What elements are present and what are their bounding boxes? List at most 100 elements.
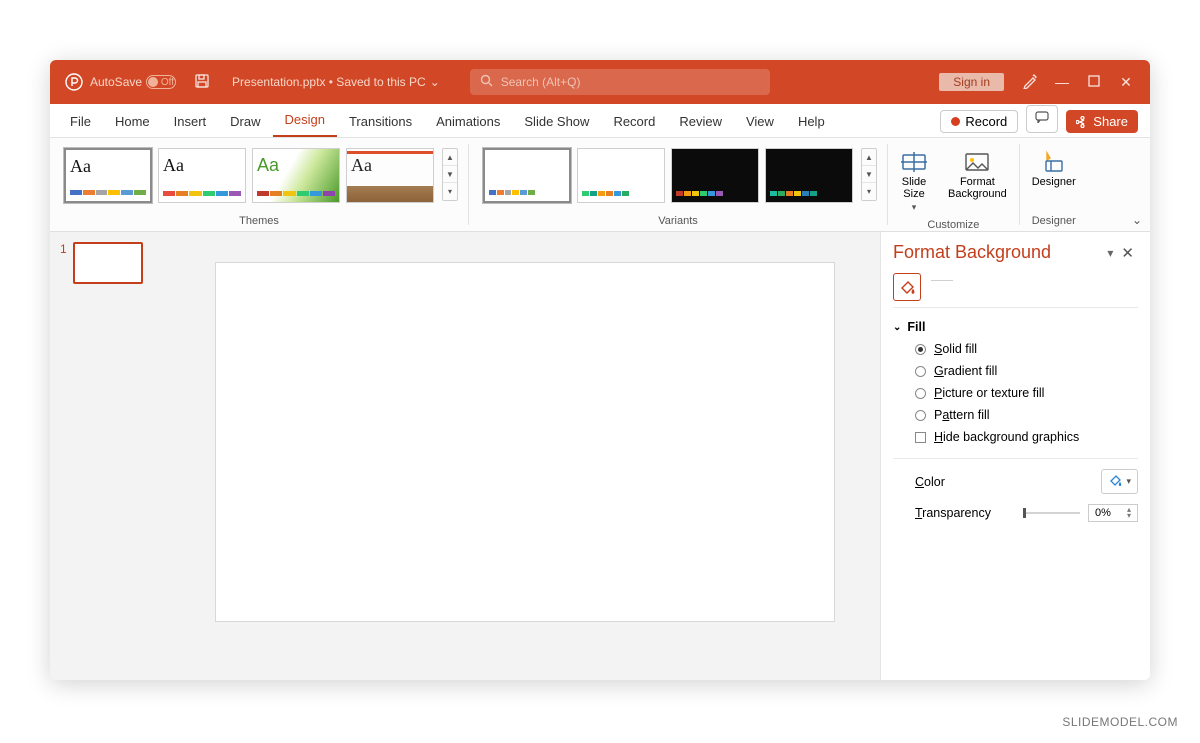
- tab-view[interactable]: View: [734, 106, 786, 137]
- fill-section-toggle[interactable]: ⌄ Fill: [893, 320, 1138, 334]
- tab-review[interactable]: Review: [667, 106, 734, 137]
- pane-menu-button[interactable]: ▾: [1103, 246, 1117, 260]
- up-arrow-icon: ▲: [862, 149, 876, 166]
- themes-gallery-more[interactable]: ▲▼▾: [442, 148, 458, 201]
- theme-thumb-1[interactable]: Aa: [64, 148, 152, 203]
- slide-thumbnail-1[interactable]: 1: [60, 242, 160, 284]
- format-bg-icon: [964, 150, 990, 174]
- format-background-pane: Format Background ▾ ✕ ⌄ Fill Solid fill: [880, 232, 1150, 680]
- themes-group-label: Themes: [239, 211, 279, 229]
- chevron-down-icon: ⌄: [430, 75, 440, 89]
- toggle-track: Off: [146, 75, 176, 89]
- slide-size-icon: [900, 150, 928, 174]
- variant-thumb-2[interactable]: [577, 148, 665, 203]
- theme-thumb-2[interactable]: Aa: [158, 148, 246, 203]
- tab-transitions[interactable]: Transitions: [337, 106, 424, 137]
- down-arrow-icon: ▼: [443, 166, 457, 183]
- variants-gallery: ▲▼▾: [473, 144, 883, 203]
- pane-close-button[interactable]: ✕: [1117, 244, 1138, 262]
- variant-thumb-3[interactable]: [671, 148, 759, 203]
- comments-button[interactable]: [1026, 105, 1058, 133]
- designer-group: Designer Designer: [1020, 138, 1088, 231]
- color-picker-button[interactable]: ▾: [1101, 469, 1138, 494]
- toggle-state: Off: [161, 77, 174, 88]
- theme-thumb-4[interactable]: Aa: [346, 148, 434, 203]
- expand-icon: ▾: [862, 183, 876, 200]
- variant-thumb-1[interactable]: [483, 148, 571, 203]
- app-icon: [64, 72, 84, 92]
- tab-home[interactable]: Home: [103, 106, 162, 137]
- up-arrow-icon: ▲: [443, 149, 457, 166]
- signin-button[interactable]: Sign in: [939, 73, 1004, 91]
- fill-tab-button[interactable]: [893, 273, 921, 301]
- pane-title: Format Background: [893, 242, 1051, 263]
- ribbon-tabs: File Home Insert Draw Design Transitions…: [50, 104, 1150, 138]
- search-icon: [480, 74, 493, 90]
- tab-insert[interactable]: Insert: [162, 106, 219, 137]
- designer-button[interactable]: Designer: [1024, 148, 1084, 190]
- designer-group-label: Designer: [1032, 211, 1076, 229]
- record-button[interactable]: Record: [940, 110, 1018, 133]
- save-button[interactable]: [194, 73, 210, 92]
- slide-canvas[interactable]: [215, 262, 835, 622]
- close-button[interactable]: ✕: [1110, 74, 1142, 91]
- expand-icon: ▾: [443, 183, 457, 200]
- transparency-slider[interactable]: [1023, 512, 1080, 514]
- tab-design[interactable]: Design: [273, 104, 337, 137]
- designer-icon: [1042, 150, 1066, 174]
- variants-gallery-more[interactable]: ▲▼▾: [861, 148, 877, 201]
- format-background-button[interactable]: Format Background: [940, 148, 1015, 215]
- tab-record[interactable]: Record: [601, 106, 667, 137]
- checkbox-hide-bg-graphics[interactable]: Hide background graphics: [915, 430, 1138, 444]
- chevron-down-icon: ⌄: [893, 322, 901, 333]
- share-button[interactable]: Share: [1066, 110, 1138, 133]
- variant-thumb-4[interactable]: [765, 148, 853, 203]
- color-label: Color: [915, 475, 1015, 489]
- radio-solid-fill[interactable]: Solid fill: [915, 342, 1138, 356]
- search-input[interactable]: Search (Alt+Q): [470, 69, 770, 95]
- radio-icon: [915, 366, 926, 377]
- customize-group-label: Customize: [927, 215, 979, 233]
- paint-bucket-icon: [898, 278, 916, 296]
- radio-icon: [915, 344, 926, 355]
- titlebar: AutoSave Off Presentation.pptx • Saved t…: [50, 60, 1150, 104]
- theme-thumb-3[interactable]: Aa: [252, 148, 340, 203]
- watermark: SLIDEMODEL.COM: [1062, 715, 1178, 729]
- tab-slideshow[interactable]: Slide Show: [512, 106, 601, 137]
- transparency-input[interactable]: 0% ▴▾: [1088, 504, 1138, 522]
- chevron-down-icon: ▾: [912, 202, 917, 213]
- radio-pattern-fill[interactable]: Pattern fill: [915, 408, 1138, 422]
- radio-icon: [915, 410, 926, 421]
- fill-options: Solid fill Gradient fill Picture or text…: [893, 334, 1138, 448]
- radio-icon: [915, 388, 926, 399]
- document-title[interactable]: Presentation.pptx • Saved to this PC ⌄: [232, 75, 440, 89]
- toggle-knob: [148, 77, 158, 87]
- variants-group: ▲▼▾ Variants: [469, 138, 887, 231]
- tab-file[interactable]: File: [58, 106, 103, 137]
- radio-gradient-fill[interactable]: Gradient fill: [915, 364, 1138, 378]
- minimize-button[interactable]: —: [1046, 74, 1078, 90]
- checkbox-icon: [915, 432, 926, 443]
- maximize-button[interactable]: [1078, 74, 1110, 90]
- tab-draw[interactable]: Draw: [218, 106, 272, 137]
- slide-size-button[interactable]: Slide Size ▾: [892, 148, 936, 215]
- customize-group: Slide Size ▾ Format Background Customize: [888, 138, 1019, 231]
- slides-panel: 1: [50, 232, 170, 680]
- tab-animations[interactable]: Animations: [424, 106, 512, 137]
- mini-slide: [73, 242, 143, 284]
- spinner-icon: ▴▾: [1127, 507, 1131, 519]
- tab-help[interactable]: Help: [786, 106, 837, 137]
- app-window: AutoSave Off Presentation.pptx • Saved t…: [50, 60, 1150, 680]
- coming-soon-button[interactable]: [1014, 73, 1046, 92]
- collapse-ribbon-button[interactable]: ⌄: [1132, 213, 1142, 227]
- slide-number: 1: [60, 242, 67, 284]
- radio-picture-fill[interactable]: Picture or texture fill: [915, 386, 1138, 400]
- down-arrow-icon: ▼: [862, 166, 876, 183]
- themes-group: Aa Aa Aa Aa ▲▼▾: [50, 138, 468, 231]
- paint-bucket-icon: [1108, 473, 1122, 490]
- record-dot-icon: [951, 117, 960, 126]
- work-area: 1 Format Background ▾ ✕ ⌄ Fill: [50, 232, 1150, 680]
- autosave-label: AutoSave: [90, 75, 142, 89]
- pane-tab-underline: [931, 273, 953, 281]
- autosave-toggle[interactable]: AutoSave Off: [90, 75, 176, 89]
